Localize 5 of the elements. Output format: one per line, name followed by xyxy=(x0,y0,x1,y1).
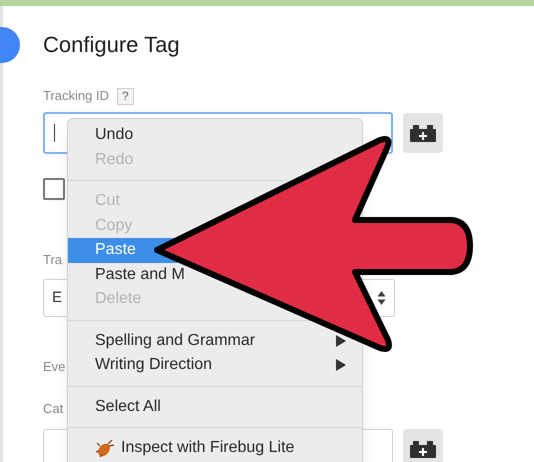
field-label: Cat xyxy=(43,401,64,417)
field-label: Tracking ID xyxy=(43,87,109,106)
field-label: Tra xyxy=(43,252,62,268)
section-title: Configure Tag xyxy=(43,31,181,59)
field-label: Eve xyxy=(43,359,66,375)
